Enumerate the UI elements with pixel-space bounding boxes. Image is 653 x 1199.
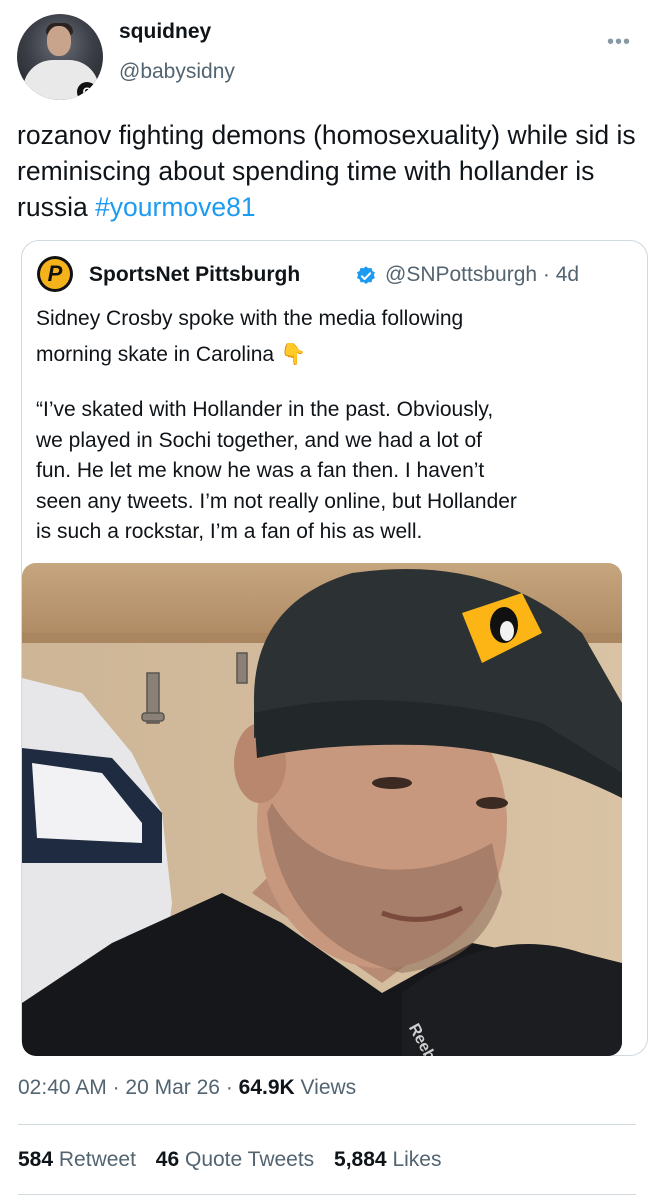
display-name[interactable]: squidney <box>119 20 211 44</box>
hashtag-link[interactable]: #yourmove81 <box>95 192 256 222</box>
likes-label: Likes <box>392 1148 442 1171</box>
quotes-count: 46 <box>155 1148 180 1171</box>
quoted-text-quote: “I’ve skated with Hollander in the past.… <box>36 395 636 548</box>
retweets-label: Retweet <box>58 1148 136 1171</box>
quote-line: we played in Sochi together, and we had … <box>36 428 482 452</box>
verified-badge-icon <box>357 266 375 284</box>
views-count: 64.9K <box>238 1076 295 1099</box>
retweets-stat[interactable]: 584 Retweet <box>18 1148 136 1171</box>
quoted-display-name[interactable]: SportsNet Pittsburgh <box>89 263 300 287</box>
quoted-line: Sidney Crosby spoke with the media follo… <box>36 307 464 330</box>
avatar[interactable]: C <box>17 14 103 100</box>
quoted-line: morning skate in Carolina 👇 <box>36 342 307 366</box>
sportsnet-logo-icon[interactable]: P <box>37 256 73 292</box>
quote-line: seen any tweets. I’m not really online, … <box>36 489 517 513</box>
captain-badge: C <box>77 82 97 100</box>
retweets-count: 584 <box>18 1148 54 1171</box>
divider <box>18 1194 636 1195</box>
more-horizontal-icon[interactable]: ••• <box>607 32 631 52</box>
logo-letter: P <box>40 259 70 289</box>
quote-line: “I’ve skated with Hollander in the past.… <box>36 398 494 421</box>
avatar-face <box>47 26 71 56</box>
quoted-tweet[interactable]: P SportsNet Pittsburgh @SNPottsburgh · 4… <box>21 240 648 1056</box>
quote-line: fun. He let me know he was a fan then. I… <box>36 459 485 482</box>
quotes-stat[interactable]: 46 Quote Tweets <box>156 1148 314 1171</box>
video-frame <box>22 563 622 1056</box>
tweet-meta: 02:40 AM · 20 Mar 26 · 64.9K Views <box>18 1076 356 1100</box>
quotes-label: Quote Tweets <box>184 1148 315 1171</box>
video-media[interactable]: Reebok <box>22 563 622 1056</box>
quoted-handle-time[interactable]: @SNPottsburgh · 4d <box>385 263 579 287</box>
likes-count: 5,884 <box>334 1148 387 1171</box>
quoted-text-intro: Sidney Crosby spoke with the media follo… <box>36 301 636 372</box>
engagement-stats: 584 Retweet 46 Quote Tweets 5,884 Likes <box>18 1148 441 1172</box>
views-label: Views <box>300 1076 357 1099</box>
quote-line: is such a rockstar, I’m a fan of his as … <box>36 520 423 543</box>
tweet-text: rozanov fighting demons (homosexuality) … <box>17 117 642 225</box>
meta-separator: · <box>112 1076 126 1099</box>
divider <box>18 1124 636 1125</box>
tweet-date[interactable]: 20 Mar 26 <box>125 1076 220 1099</box>
tweet-time[interactable]: 02:40 AM <box>18 1076 107 1099</box>
likes-stat[interactable]: 5,884 Likes <box>334 1148 441 1171</box>
user-handle[interactable]: @babysidny <box>119 60 235 84</box>
meta-separator: · <box>225 1076 239 1099</box>
